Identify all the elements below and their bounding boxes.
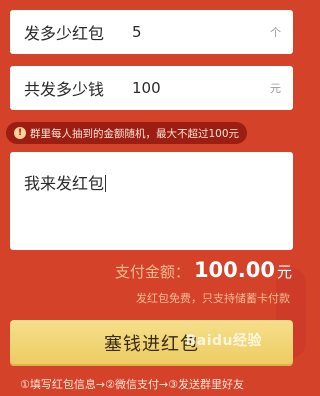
random-amount-hint-text: 群里每人抽到的金额随机，最大不超过100元	[30, 127, 240, 140]
greeting-message-input[interactable]: 我来发红包	[10, 152, 293, 250]
random-amount-hint: ! 群里每人抽到的金额随机，最大不超过100元	[6, 122, 248, 144]
packet-count-unit: 个	[270, 26, 281, 39]
payment-summary: 支付金额： 100.00 元	[115, 258, 292, 290]
packet-count-field[interactable]: 发多少红包 5 个	[10, 10, 293, 54]
payment-unit: 元	[276, 263, 292, 281]
text-cursor	[105, 175, 107, 192]
payment-note: 发红包免费，只支持储蓄卡付款	[136, 292, 290, 305]
info-icon: !	[14, 127, 26, 139]
baidu-watermark: Baidu经验	[185, 333, 262, 349]
total-amount-unit: 元	[270, 82, 281, 95]
packet-count-input[interactable]: 5	[132, 23, 270, 41]
payment-label: 支付金额：	[114, 263, 190, 281]
steps-guide: ①填写红包信息→②微信支付→③发送群里好友	[20, 378, 245, 391]
total-amount-input[interactable]: 100	[132, 79, 270, 97]
total-amount-field[interactable]: 共发多少钱 100 元	[10, 66, 293, 110]
total-amount-label: 共发多少钱	[24, 80, 105, 99]
packet-count-label: 发多少红包	[24, 24, 105, 43]
greeting-message-text: 我来发红包	[24, 174, 105, 193]
payment-amount: 100.00	[193, 258, 275, 282]
